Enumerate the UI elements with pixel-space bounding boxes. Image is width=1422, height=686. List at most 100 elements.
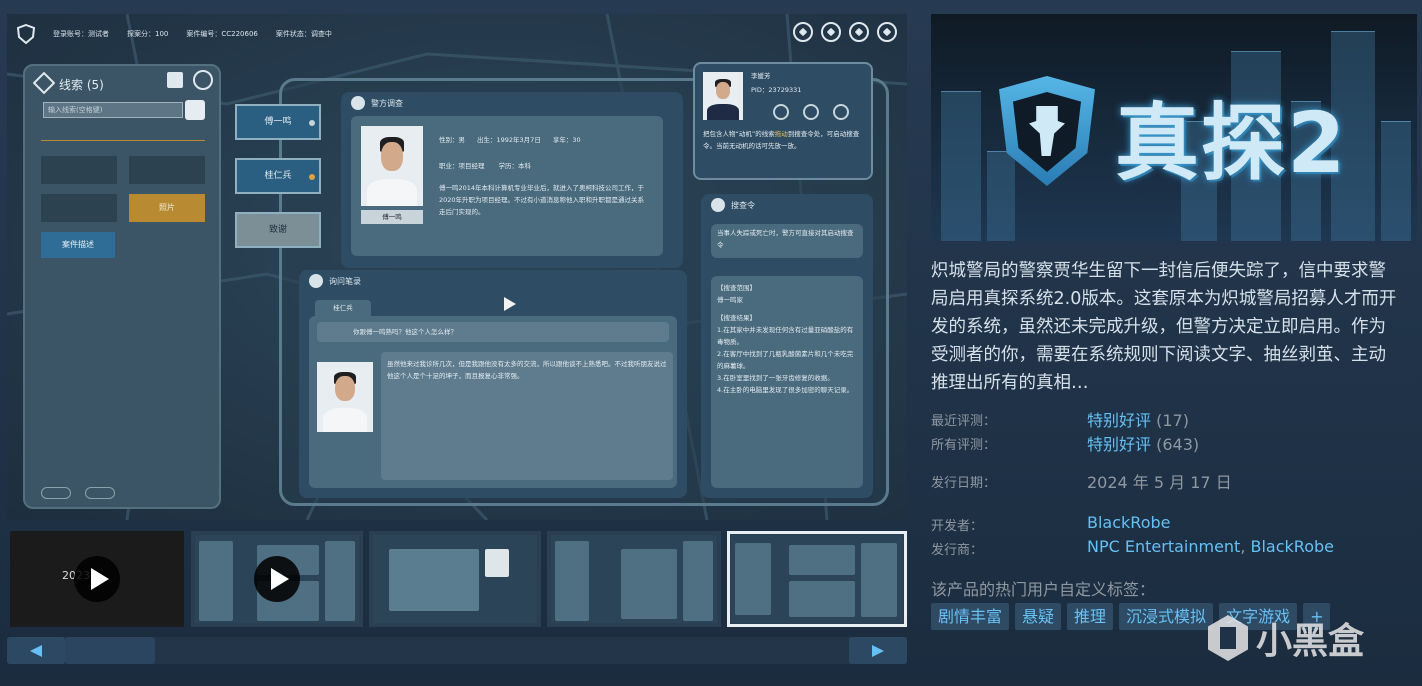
victim-fields: 性别：男 出生：1992年3月7日 享年：30 — [439, 134, 581, 146]
copy-icon[interactable] — [167, 72, 183, 88]
arrow-left-icon — [30, 644, 42, 657]
warrant-intro: 当事人失踪或死亡时，警方可直接对其启动搜查令 — [711, 224, 863, 258]
tag-item[interactable]: 推理 — [1067, 603, 1114, 630]
scrollbar-handle[interactable] — [65, 637, 155, 664]
field-job: 职业：项目经理 — [439, 162, 485, 170]
tag-item[interactable]: 悬疑 — [1015, 603, 1062, 630]
separator: , — [1240, 537, 1251, 556]
panel-title: 搜查令 — [731, 201, 755, 210]
user-icon[interactable] — [803, 104, 819, 120]
header-capsule-image: 真探2 — [931, 14, 1417, 241]
phone-icon[interactable] — [773, 104, 789, 120]
toggle-icon[interactable] — [41, 487, 71, 499]
publisher-link[interactable]: BlackRobe — [1251, 537, 1334, 556]
warrant-panel: 搜查令 当事人失踪或死亡时，警方可直接对其启动搜查令 【搜查范围】 傅一鸣家 【… — [701, 194, 873, 498]
clue-footer — [41, 487, 115, 499]
shield-logo-icon — [17, 24, 35, 44]
developer-link[interactable]: BlackRobe — [1087, 513, 1170, 532]
clue-title: 线索 (5) — [59, 78, 104, 92]
thumbnail-image-4[interactable] — [547, 531, 721, 627]
officer-actions — [773, 104, 849, 120]
scroll-left-button[interactable] — [7, 637, 65, 664]
search-icon[interactable] — [185, 100, 205, 120]
clue-slot[interactable] — [129, 156, 205, 184]
shield-icon[interactable] — [833, 104, 849, 120]
officer-card: 李媛芳 PID：23729331 把包含人物“动机”的线索拖动到搜查令处，可启动… — [693, 62, 873, 180]
police-investigation-panel: 警方调查 傅一鸣 性别：男 出生：1992年3月7日 享年：30 职业：项目经理… — [341, 92, 683, 268]
officer-pid: PID：23729331 — [751, 86, 802, 94]
inquiry-tab[interactable]: 桂仁兵 — [315, 300, 371, 316]
tag-item[interactable]: 剧情丰富 — [931, 603, 1010, 630]
main-screenshot[interactable]: 登录账号：测试者 探案分：100 案件编号：CC220606 案件状态：调查中 … — [7, 14, 907, 520]
suspect-button-fu[interactable]: 傅一鸣 — [235, 104, 321, 140]
clue-slot[interactable] — [41, 156, 117, 184]
all-reviews-value[interactable]: 特别好评 (643) — [1087, 431, 1199, 455]
tags-label: 该产品的热门用户自定义标签： — [931, 580, 1156, 599]
witness-portrait — [317, 362, 373, 432]
scope-value: 傅一鸣家 — [717, 296, 743, 304]
review-summary[interactable]: 特别好评 — [1087, 435, 1151, 454]
eye-icon — [711, 198, 725, 212]
result-item: 3.在卧室里找到了一张牙齿修复的收据。 — [717, 374, 834, 382]
thumbnail-video-2[interactable] — [191, 531, 363, 627]
login-account: 登录账号：测试者 — [53, 30, 109, 38]
tag-item[interactable]: 沉浸式模拟 — [1119, 603, 1214, 630]
play-icon[interactable] — [254, 556, 300, 602]
thumbnail-image-3[interactable] — [369, 531, 541, 627]
recent-reviews-value[interactable]: 特别好评 (17) — [1087, 407, 1189, 431]
clue-search-input[interactable]: 输入线索(空格键) — [43, 102, 183, 118]
scroll-right-button[interactable] — [849, 637, 907, 664]
clue-panel: 线索 (5) 输入线索(空格键) 照片 案件描述 — [23, 64, 221, 509]
badge-icon — [351, 96, 365, 110]
officer-portrait — [703, 72, 743, 120]
gear-icon[interactable] — [193, 70, 213, 90]
release-date-label: 发行日期： — [931, 476, 997, 491]
result-title: 【搜查结果】 — [717, 314, 756, 322]
result-item: 4.在主卧的电脑里发现了很多加密的聊天记录。 — [717, 386, 854, 394]
notebook-icon[interactable] — [816, 17, 846, 47]
field-age: 享年：30 — [552, 136, 581, 144]
thumbnail-video-1[interactable]: 2023 — [10, 531, 184, 627]
thumbnail-image-5-selected[interactable] — [727, 531, 907, 627]
suspect-button-gui[interactable]: 桂仁兵 — [235, 158, 321, 194]
message-text: 把包含人物“动机”的线索 — [703, 130, 775, 138]
officer-name: 李媛芳 — [751, 72, 771, 80]
victim-name: 傅一鸣 — [361, 210, 423, 224]
publisher-link[interactable]: NPC Entertainment — [1087, 537, 1240, 556]
toggle-icon[interactable] — [85, 487, 115, 499]
divider — [41, 140, 205, 141]
thumbnail-preview — [373, 535, 537, 623]
heybox-logo-icon — [1208, 615, 1248, 661]
settings-icon[interactable] — [844, 17, 874, 47]
play-icon[interactable] — [74, 556, 120, 602]
scope-title: 【搜查范围】 — [717, 284, 756, 292]
officer-message: 把包含人物“动机”的线索拖动到搜查令处，可启动搜查令。当前无动机的话可先放一放。 — [703, 128, 865, 152]
review-count: (643) — [1156, 435, 1200, 454]
warrant-result-box[interactable]: 【搜查范围】 傅一鸣家 【搜查结果】 1.在其家中并未发现任何含有过量亚硝酸盐的… — [711, 276, 863, 488]
map-icon[interactable] — [788, 17, 818, 47]
score: 探案分：100 — [127, 30, 169, 38]
game-top-icons — [788, 17, 902, 47]
credits-button[interactable]: 致谢 — [235, 212, 321, 248]
case-id: 案件编号：CC220606 — [186, 30, 258, 38]
exit-icon[interactable] — [872, 17, 902, 47]
publisher-label: 发行商： — [931, 543, 984, 558]
clue-icon — [33, 72, 55, 94]
result-item: 1.在其家中并未发现任何含有过量亚硝酸盐的有毒物质。 — [717, 326, 854, 346]
inquiry-question: 你跟傅一鸣熟吗？他这个人怎么样？ — [317, 322, 669, 342]
arrow-right-icon — [872, 644, 884, 657]
result-item: 2.在客厅中找到了几瓶乳酸菌素片和几个未吃完的麻薯球。 — [717, 350, 854, 370]
suspect-label: 傅一鸣 — [264, 117, 292, 127]
inquiry-answer: 虽然他来过我诊所几次，但是我跟他没有太多的交流，所以跟他谈不上熟悉吧。不过我听朋… — [381, 352, 673, 480]
review-summary[interactable]: 特别好评 — [1087, 411, 1151, 430]
case-description-button[interactable]: 案件描述 — [41, 232, 115, 258]
inquiry-panel: 询问笔录 桂仁兵 你跟傅一鸣熟吗？他这个人怎么样？ 虽然他来过我诊所几次，但是我… — [299, 270, 687, 498]
game-top-bar: 登录账号：测试者 探案分：100 案件编号：CC220606 案件状态：调查中 — [7, 14, 907, 54]
field-gender: 性别：男 — [439, 136, 465, 144]
publisher-links: NPC Entertainment, BlackRobe — [1087, 537, 1334, 556]
photo-clue[interactable]: 照片 — [129, 194, 205, 222]
message-highlight: 拖动 — [774, 130, 788, 138]
release-date: 2024 年 5 月 17 日 — [1087, 473, 1232, 492]
case-status: 案件状态：调查中 — [275, 30, 332, 38]
clue-slot[interactable] — [41, 194, 117, 222]
